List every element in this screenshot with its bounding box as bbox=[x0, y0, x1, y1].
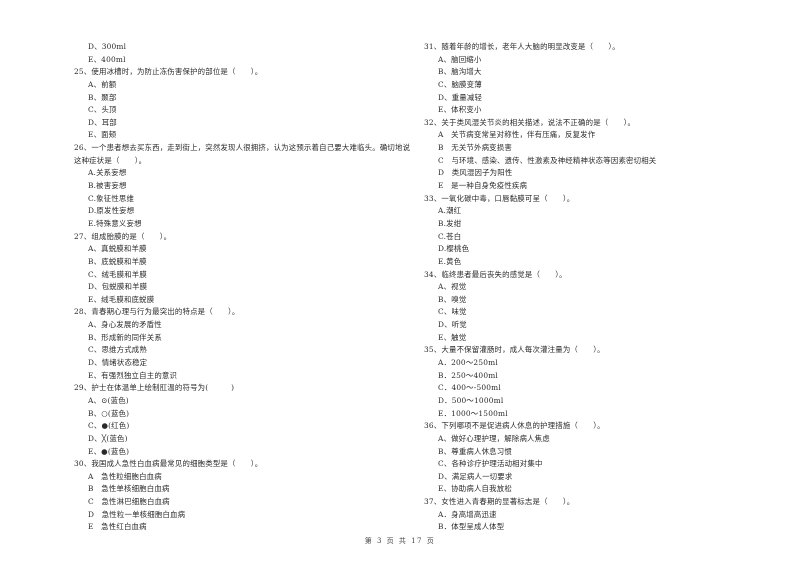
question-stem: 26、一个患者想去买东西，走到街上，突然发现人很拥挤，认为这预示着自己要大难临头… bbox=[74, 143, 411, 165]
question-28: 28、青春期心理与行为最突出的特点是（ ）。 A、身心发展的矛盾性 B、形成新的… bbox=[74, 306, 414, 382]
option: B．250～400ml bbox=[438, 370, 498, 380]
option-e-prev: E、400ml bbox=[88, 54, 126, 64]
option: E、协助病人自我放松 bbox=[438, 484, 512, 494]
question-33: 33、一氧化碳中毒，口唇黏膜可呈（ ）。 A.潮红 B.发绀 C.苍白 D.樱桃… bbox=[424, 193, 764, 269]
option: C、各种诊疗护理活动相对集中 bbox=[438, 459, 543, 469]
option: B、颞部 bbox=[88, 92, 117, 102]
question-37: 37、女性进入青春期的显著标志是（ ）。 A．身高增高迅速 B．体型呈成人体型 bbox=[424, 496, 764, 534]
option: B.被害妄想 bbox=[88, 181, 127, 191]
question-stem: 34、临终患者最后丧失的感觉是（ ）。 bbox=[424, 269, 567, 279]
option: E、触觉 bbox=[438, 332, 467, 342]
option: A、脑回缩小 bbox=[438, 54, 482, 64]
option: A.潮红 bbox=[438, 206, 462, 216]
option: E．1000～1500ml bbox=[438, 408, 508, 418]
option: B 急性单核细胞白血病 bbox=[88, 484, 170, 494]
option: E、体积变小 bbox=[438, 105, 482, 115]
option: D、听觉 bbox=[438, 320, 467, 330]
option: D.原发性妄想 bbox=[88, 206, 135, 216]
option: A．身高增高迅速 bbox=[438, 509, 497, 519]
option: A、⊙(蓝色) bbox=[88, 395, 129, 405]
right-column: 31、随着年龄的增长，老年人大脑的明显改变是（ ）。 A、脑回缩小 B、脑沟增大… bbox=[424, 41, 764, 534]
option: E、面颊 bbox=[88, 130, 117, 140]
question-stem: 27、组成胎膜的是（ ）。 bbox=[74, 231, 172, 241]
option: A、做好心理护理，解除病人焦虑 bbox=[438, 433, 550, 443]
option: A 急性粒细胞白血病 bbox=[88, 471, 162, 481]
option: A、视觉 bbox=[438, 282, 467, 292]
option: C、●(红色) bbox=[88, 421, 130, 431]
option: E、有强烈独立自主的意识 bbox=[88, 370, 178, 380]
option: E.特殊意义妄想 bbox=[88, 219, 142, 228]
option: A、前额 bbox=[88, 79, 117, 89]
option: D、重量减轻 bbox=[438, 92, 483, 102]
option: D．500～1000ml bbox=[438, 395, 504, 405]
option: D 类风湿因子为阳性 bbox=[438, 168, 513, 178]
left-column: D、300ml E、400ml 25、使用冰槽时，为防止冻伤害保护的部位是（ ）… bbox=[74, 41, 414, 534]
question-29: 29、护士在体温单上绘制肛温的符号为( ) A、⊙(蓝色) B、○(蓝色) C、… bbox=[74, 382, 414, 458]
question-27: 27、组成胎膜的是（ ）。 A、真蜕膜和羊膜 B、底蜕膜和羊膜 C、绒毛膜和羊膜… bbox=[74, 231, 414, 307]
option: D 急性粒一单核细胞白血病 bbox=[88, 509, 186, 519]
question-stem: 31、随着年龄的增长，老年人大脑的明显改变是（ ）。 bbox=[424, 42, 620, 51]
option: B、底蜕膜和羊膜 bbox=[88, 256, 147, 266]
option: A.关系妄想 bbox=[88, 168, 127, 178]
option: C、味觉 bbox=[438, 307, 467, 317]
option: C 与环境、感染、遗传、性激素及神经精神状态等因素密切相关 bbox=[438, 155, 657, 165]
option: B、尊重病人休息习惯 bbox=[438, 446, 512, 456]
option: A、身心发展的矛盾性 bbox=[88, 320, 162, 330]
option: D、满足病人一切要求 bbox=[438, 471, 513, 481]
question-32: 32、关于类风湿关节炎的相关描述，说法不正确的是（ ）。 A 关节病变常呈对称性… bbox=[424, 117, 764, 193]
question-stem: 30、我国成人急性白血病最常见的细胞类型是（ ）。 bbox=[74, 459, 263, 469]
option-d-prev: D、300ml bbox=[88, 42, 127, 51]
option: E、●(蓝色) bbox=[88, 446, 130, 456]
question-stem: 32、关于类风湿关节炎的相关描述，说法不正确的是（ ）。 bbox=[424, 117, 636, 127]
option: E.黄色 bbox=[438, 256, 462, 266]
question-31: 31、随着年龄的增长，老年人大脑的明显改变是（ ）。 A、脑回缩小 B、脑沟增大… bbox=[424, 41, 764, 117]
option: B．体型呈成人体型 bbox=[438, 522, 505, 532]
question-stem: 29、护士在体温单上绘制肛温的符号为( ) bbox=[74, 383, 235, 393]
option: C 急性淋巴细胞白血病 bbox=[88, 497, 170, 507]
question-stem: 37、女性进入青春期的显著标志是（ ）。 bbox=[424, 497, 575, 507]
question-30: 30、我国成人急性白血病最常见的细胞类型是（ ）。 A 急性粒细胞白血病 B 急… bbox=[74, 458, 414, 534]
option: B、嗅觉 bbox=[438, 294, 467, 304]
question-stem: 33、一氧化碳中毒，口唇黏膜可呈（ ）。 bbox=[424, 193, 575, 203]
option: C、头顶 bbox=[88, 105, 117, 115]
option: D、情绪状态稳定 bbox=[88, 358, 148, 368]
option: A、真蜕膜和羊膜 bbox=[88, 244, 147, 254]
question-36: 36、下列哪项不是促进病人休息的护理措施（ ）。 A、做好心理护理，解除病人焦虑… bbox=[424, 420, 764, 496]
option: C、绒毛膜和羊膜 bbox=[88, 269, 147, 279]
option: D、包蜕膜和羊膜 bbox=[88, 282, 148, 292]
question-34: 34、临终患者最后丧失的感觉是（ ）。 A、视觉 B、嗅觉 C、味觉 D、听觉 … bbox=[424, 269, 764, 345]
option: C．400～-500ml bbox=[438, 383, 501, 393]
option: B、形成新的同伴关系 bbox=[88, 332, 162, 342]
option: B、脑沟增大 bbox=[438, 67, 482, 77]
option: D、耳部 bbox=[88, 117, 117, 127]
option: B 无关节外病变损害 bbox=[438, 143, 512, 153]
option: A．200～250ml bbox=[438, 358, 498, 368]
option: C.象征性思维 bbox=[88, 193, 135, 203]
option: E 是一种自身免疫性疾病 bbox=[438, 181, 528, 191]
option: E 急性红白血病 bbox=[88, 522, 147, 532]
option: C、思维方式成熟 bbox=[88, 345, 147, 355]
question-stem: 35、大量不保留灌肠时，成人每次灌注量为（ ）。 bbox=[424, 345, 605, 355]
option: D.樱桃色 bbox=[438, 244, 470, 254]
option: D、╳(蓝色) bbox=[88, 433, 128, 443]
option: C、脑膜变薄 bbox=[438, 79, 482, 89]
option: E、绒毛膜和底蜕膜 bbox=[88, 294, 155, 304]
question-35: 35、大量不保留灌肠时，成人每次灌注量为（ ）。 A．200～250ml B．2… bbox=[424, 344, 764, 420]
question-25: 25、使用冰槽时，为防止冻伤害保护的部位是（ ）。 A、前额 B、颞部 C、头顶… bbox=[74, 66, 414, 142]
question-26: 26、一个患者想去买东西，走到街上，突然发现人很拥挤，认为这预示着自己要大难临头… bbox=[74, 142, 414, 231]
question-stem: 25、使用冰槽时，为防止冻伤害保护的部位是（ ）。 bbox=[74, 67, 263, 77]
question-stem: 36、下列哪项不是促进病人休息的护理措施（ ）。 bbox=[424, 421, 605, 431]
option: B、○(蓝色) bbox=[88, 408, 130, 418]
question-stem: 28、青春期心理与行为最突出的特点是（ ）。 bbox=[74, 307, 240, 317]
option: C.苍白 bbox=[438, 231, 462, 241]
page-number: 第 3 页 共 17 页 bbox=[364, 537, 436, 545]
option: A 关节病变常呈对称性，伴有压痛，反复发作 bbox=[438, 130, 596, 140]
option: B.发绀 bbox=[438, 218, 462, 228]
